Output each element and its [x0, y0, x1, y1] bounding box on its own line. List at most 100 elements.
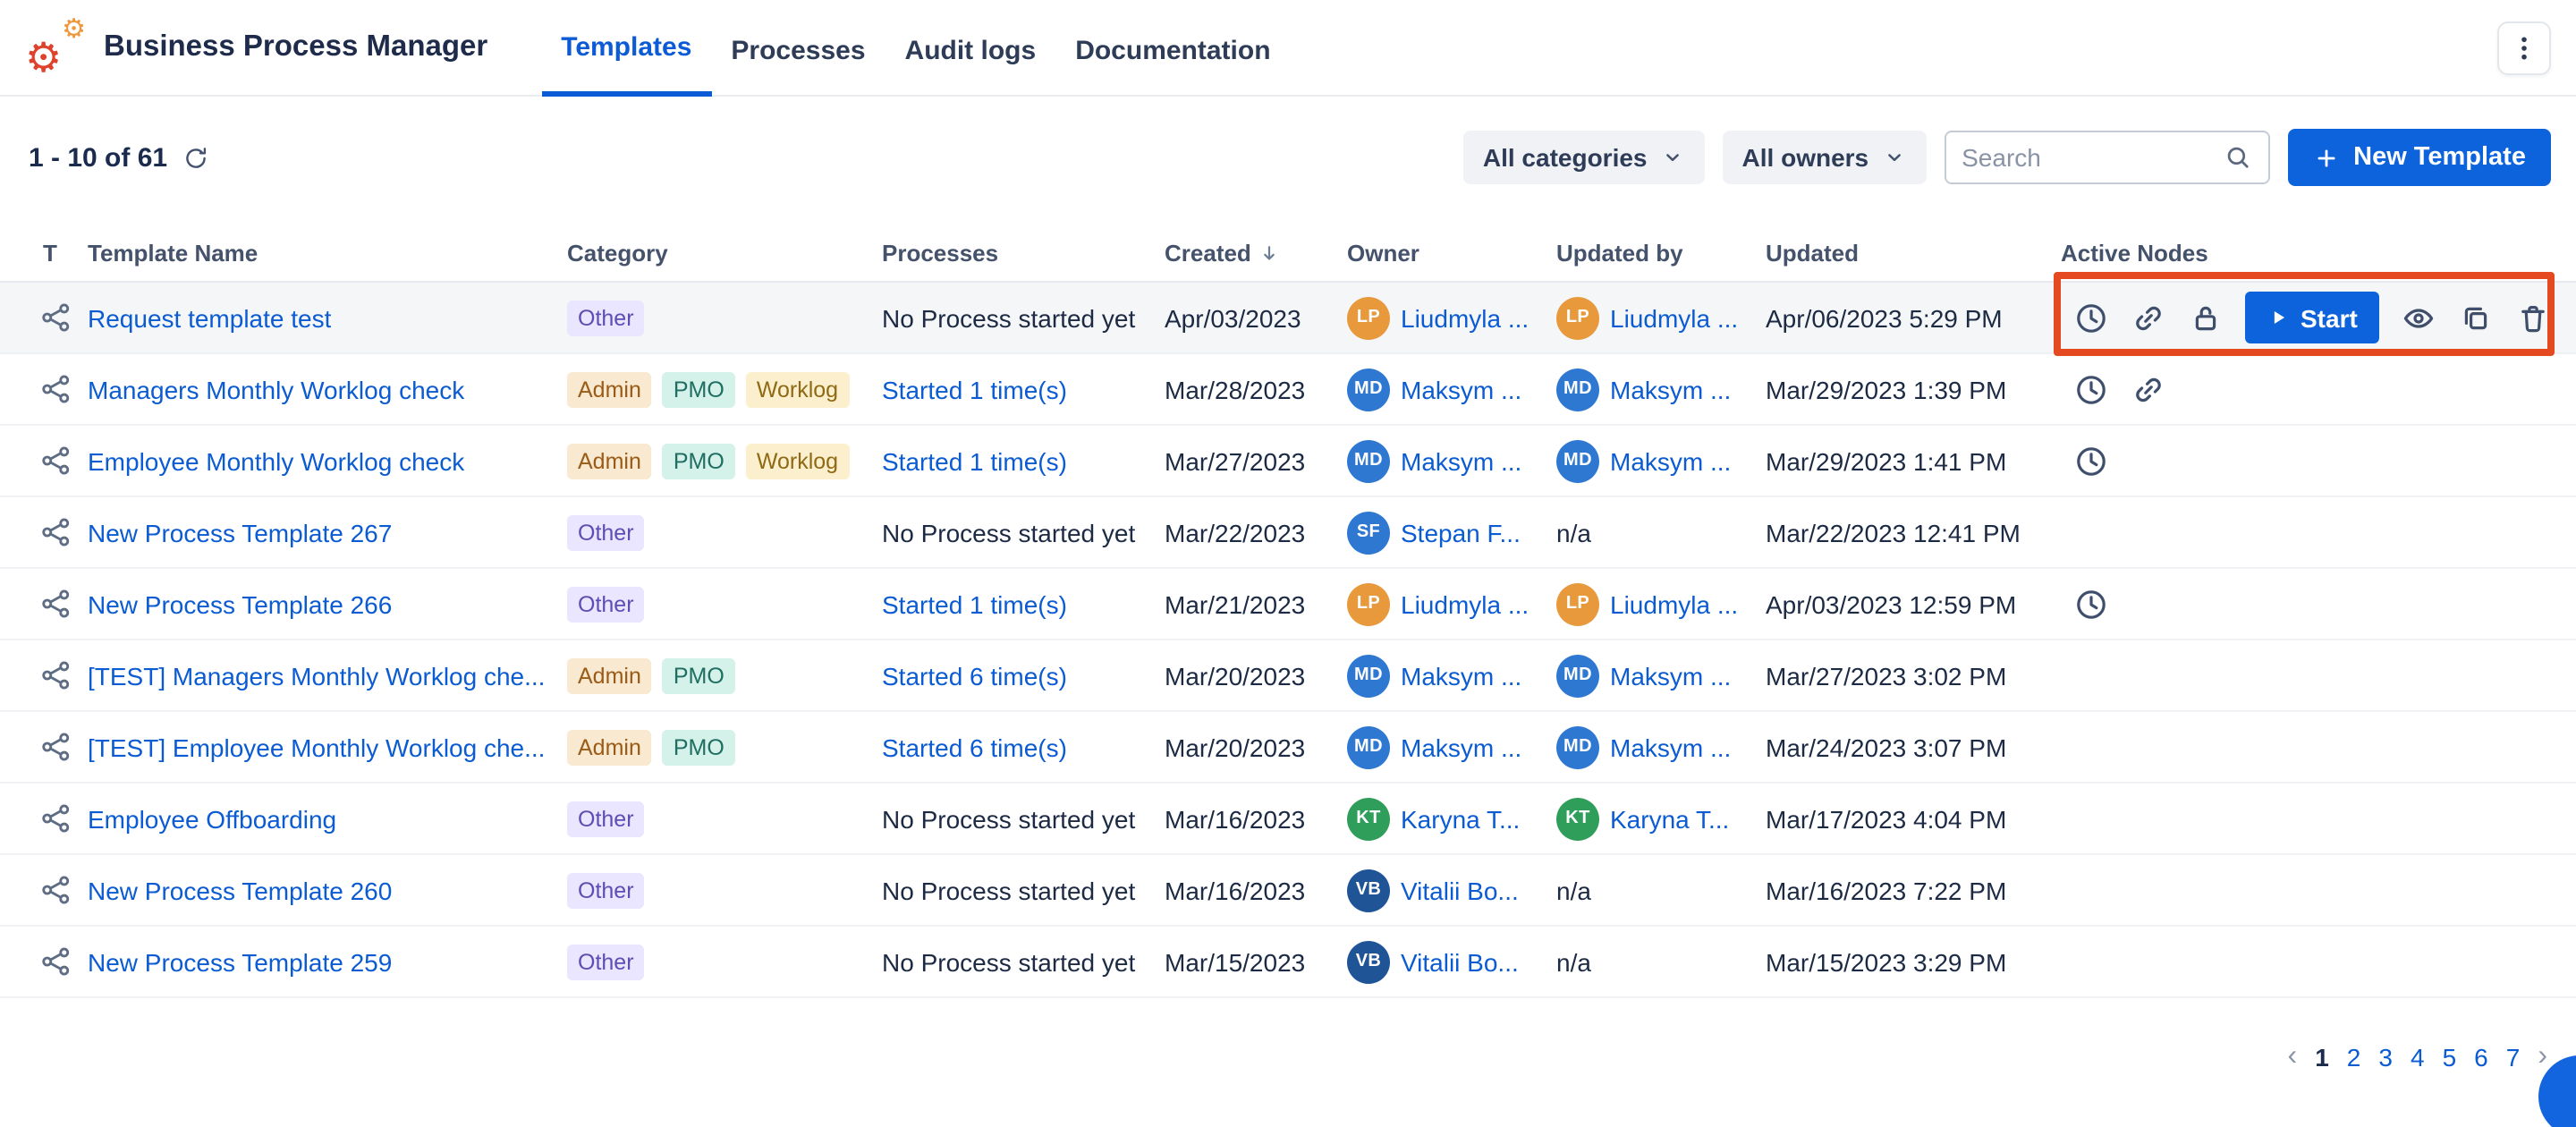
table-row[interactable]: [TEST] Managers Monthly Worklog che... A… [0, 640, 2576, 712]
processes-cell: No Process started yet [882, 303, 1165, 332]
processes-link[interactable]: Started 6 time(s) [882, 733, 1067, 761]
process-flow-icon [39, 515, 73, 549]
table-row[interactable]: Request template test Other No Process s… [0, 283, 2576, 354]
chevron-down-icon [1660, 145, 1685, 170]
user-link[interactable]: Stepan F... [1401, 518, 1521, 547]
search-box[interactable] [1944, 131, 2269, 184]
type-cell [29, 945, 88, 979]
template-name-link[interactable]: New Process Template 260 [88, 876, 392, 904]
owners-filter-dropdown[interactable]: All owners [1723, 131, 1927, 184]
prev-page-button[interactable]: ‹ [2288, 1041, 2298, 1073]
user-link[interactable]: Liudmyla ... [1610, 303, 1738, 332]
user-link[interactable]: Vitalii Bo... [1401, 876, 1519, 904]
next-page-button[interactable]: › [2538, 1041, 2547, 1073]
template-name-link[interactable]: [TEST] Employee Monthly Worklog che... [88, 733, 545, 761]
new-template-button[interactable]: New Template [2287, 129, 2551, 186]
user-link[interactable]: Maksym ... [1610, 375, 1731, 403]
avatar: MD [1556, 439, 1599, 482]
user-link[interactable]: Maksym ... [1401, 733, 1521, 761]
table-row[interactable]: New Process Template 259 Other No Proces… [0, 927, 2576, 998]
template-name-link[interactable]: Employee Offboarding [88, 804, 336, 833]
user-link[interactable]: Maksym ... [1401, 661, 1521, 690]
user-link[interactable]: Maksym ... [1610, 661, 1731, 690]
template-name-link[interactable]: New Process Template 266 [88, 589, 392, 618]
clock-icon-button[interactable] [2073, 300, 2109, 335]
template-name-link[interactable]: Managers Monthly Worklog check [88, 375, 464, 403]
link-icon-button[interactable] [2131, 371, 2166, 407]
table-row[interactable]: [TEST] Employee Monthly Worklog che... A… [0, 712, 2576, 784]
user-link[interactable]: Maksym ... [1401, 446, 1521, 475]
updated-cell: Mar/24/2023 3:07 PM [1766, 733, 2061, 761]
trash-icon-button[interactable] [2515, 300, 2551, 335]
col-created[interactable]: Created [1165, 240, 1347, 267]
process-flow-icon [39, 873, 73, 907]
more-menu-button[interactable] [2497, 21, 2551, 74]
process-flow-icon [39, 372, 73, 406]
clock-icon-button[interactable] [2073, 443, 2109, 479]
owners-filter-label: All owners [1742, 143, 1869, 172]
processes-link[interactable]: Started 1 time(s) [882, 589, 1067, 618]
processes-link[interactable]: Started 1 time(s) [882, 446, 1067, 475]
user-link[interactable]: Maksym ... [1610, 733, 1731, 761]
category-cell: Other [567, 300, 882, 335]
table-row[interactable]: New Process Template 266 Other Started 1… [0, 569, 2576, 640]
clock-icon-button[interactable] [2073, 586, 2109, 622]
category-cell: AdminPMO [567, 657, 882, 693]
tab-templates[interactable]: Templates [541, 0, 711, 96]
user-link[interactable]: Maksym ... [1610, 446, 1731, 475]
template-name-link[interactable]: New Process Template 267 [88, 518, 392, 547]
user-link[interactable]: Karyna T... [1401, 804, 1520, 833]
user-link[interactable]: Liudmyla ... [1401, 589, 1529, 618]
type-cell [29, 515, 88, 549]
avatar: MD [1556, 654, 1599, 697]
created-cell: Mar/16/2023 [1165, 876, 1347, 904]
updated-cell: Mar/29/2023 1:41 PM [1766, 446, 2061, 475]
page-6[interactable]: 6 [2474, 1043, 2488, 1072]
created-cell: Mar/16/2023 [1165, 804, 1347, 833]
search-icon[interactable] [2223, 143, 2251, 172]
col-type: T [29, 240, 88, 267]
table-row[interactable]: Employee Monthly Worklog check AdminPMOW… [0, 426, 2576, 497]
processes-link[interactable]: Started 6 time(s) [882, 661, 1067, 690]
tab-audit-logs[interactable]: Audit logs [886, 0, 1056, 96]
search-input[interactable] [1962, 143, 2223, 172]
template-name-link[interactable]: New Process Template 259 [88, 947, 392, 976]
categories-filter-dropdown[interactable]: All categories [1463, 131, 1705, 184]
template-name-link[interactable]: Request template test [88, 303, 331, 332]
start-button[interactable]: Start [2245, 292, 2379, 343]
tab-processes[interactable]: Processes [711, 0, 885, 96]
page-3[interactable]: 3 [2378, 1043, 2393, 1072]
refresh-icon[interactable] [182, 144, 208, 171]
page-5[interactable]: 5 [2443, 1043, 2457, 1072]
processes-cell: Started 6 time(s) [882, 733, 1165, 761]
link-icon-button[interactable] [2131, 300, 2166, 335]
category-chip-other: Other [567, 872, 645, 908]
template-name-link[interactable]: Employee Monthly Worklog check [88, 446, 464, 475]
table-row[interactable]: New Process Template 260 Other No Proces… [0, 855, 2576, 927]
page-7[interactable]: 7 [2506, 1043, 2521, 1072]
col-processes: Processes [882, 240, 1165, 267]
user-link[interactable]: Vitalii Bo... [1401, 947, 1519, 976]
user-link[interactable]: Liudmyla ... [1401, 303, 1529, 332]
sort-desc-icon[interactable] [1258, 242, 1282, 265]
lock-icon-button[interactable] [2188, 300, 2224, 335]
processes-link[interactable]: Started 1 time(s) [882, 375, 1067, 403]
avatar: KT [1556, 797, 1599, 840]
eye-icon-button[interactable] [2401, 300, 2436, 335]
copy-icon-button[interactable] [2458, 300, 2494, 335]
table-row[interactable]: Employee Offboarding Other No Process st… [0, 784, 2576, 855]
user-link[interactable]: Karyna T... [1610, 804, 1729, 833]
user-link[interactable]: Liudmyla ... [1610, 589, 1738, 618]
user-link[interactable]: Maksym ... [1401, 375, 1521, 403]
table-row[interactable]: New Process Template 267 Other No Proces… [0, 497, 2576, 569]
table-row[interactable]: Managers Monthly Worklog check AdminPMOW… [0, 354, 2576, 426]
page-1[interactable]: 1 [2315, 1043, 2329, 1072]
category-cell: AdminPMOWorklog [567, 443, 882, 479]
template-name-link[interactable]: [TEST] Managers Monthly Worklog che... [88, 661, 545, 690]
page-2[interactable]: 2 [2347, 1043, 2361, 1072]
avatar: LP [1556, 582, 1599, 625]
tab-documentation[interactable]: Documentation [1055, 0, 1290, 96]
avatar: MD [1556, 368, 1599, 411]
page-4[interactable]: 4 [2411, 1043, 2425, 1072]
clock-icon-button[interactable] [2073, 371, 2109, 407]
